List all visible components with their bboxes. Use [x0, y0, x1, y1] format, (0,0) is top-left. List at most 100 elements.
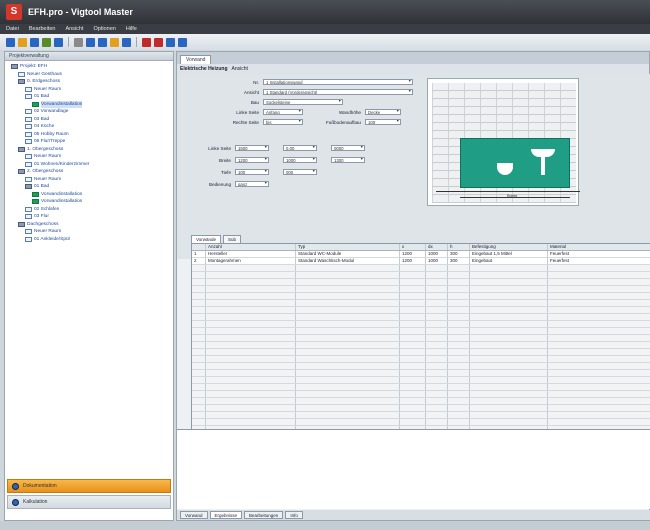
tree-item[interactable]: Neuer Gesthaus: [7, 71, 173, 79]
tree-item[interactable]: Neuer Raum: [7, 176, 173, 184]
dimension-input[interactable]: 000: [283, 169, 317, 175]
table-cell[interactable]: [426, 321, 448, 327]
table-cell[interactable]: [296, 314, 400, 320]
table-cell[interactable]: [206, 300, 296, 306]
tree-item[interactable]: 01 Wohnen/Kinderzimmer: [7, 161, 173, 169]
toolbar-button-icon[interactable]: [178, 37, 187, 47]
table-row[interactable]: [192, 363, 650, 370]
table-cell[interactable]: [548, 314, 650, 320]
table-cell[interactable]: [426, 363, 448, 369]
table-cell[interactable]: [192, 300, 206, 306]
table-cell[interactable]: [448, 398, 470, 404]
table-cell[interactable]: [192, 293, 206, 299]
grid-column-header[interactable]: x: [400, 244, 426, 250]
table-cell[interactable]: [548, 307, 650, 313]
table-cell[interactable]: [206, 328, 296, 334]
table-cell[interactable]: 300: [448, 251, 470, 257]
table-cell[interactable]: Feuerfest: [548, 251, 650, 257]
table-cell[interactable]: [400, 405, 426, 411]
table-cell[interactable]: [448, 419, 470, 425]
table-cell[interactable]: [192, 321, 206, 327]
calculation-button[interactable]: Kalkulation: [7, 495, 171, 509]
table-cell[interactable]: [400, 328, 426, 334]
table-cell[interactable]: [296, 335, 400, 341]
table-cell[interactable]: [448, 377, 470, 383]
table-cell[interactable]: [206, 307, 296, 313]
table-cell[interactable]: [470, 307, 548, 313]
table-cell[interactable]: [470, 342, 548, 348]
table-row[interactable]: [192, 405, 650, 412]
table-cell[interactable]: Feuerfest: [548, 258, 650, 264]
table-cell[interactable]: [448, 321, 470, 327]
table-cell[interactable]: [426, 286, 448, 292]
table-cell[interactable]: [192, 265, 206, 271]
table-cell[interactable]: [192, 279, 206, 285]
table-cell[interactable]: [400, 335, 426, 341]
table-row[interactable]: [192, 335, 650, 342]
table-cell[interactable]: [192, 405, 206, 411]
toolbar-button-icon[interactable]: [54, 37, 63, 47]
field-input[interactable]: Sockelsteine: [263, 99, 343, 105]
table-cell[interactable]: [400, 398, 426, 404]
table-cell[interactable]: [206, 356, 296, 362]
table-cell[interactable]: [400, 349, 426, 355]
table-cell[interactable]: [470, 335, 548, 341]
tree-item[interactable]: Vorwandinstallation: [7, 100, 173, 108]
dimension-input[interactable]: 1200: [235, 157, 269, 163]
tree-item[interactable]: 03 Flur: [7, 213, 173, 221]
table-cell[interactable]: [400, 419, 426, 425]
field-input[interactable]: 1 Standard (Vorderansicht): [263, 89, 413, 95]
table-cell[interactable]: [426, 391, 448, 397]
table-cell[interactable]: [470, 272, 548, 278]
table-cell[interactable]: [400, 377, 426, 383]
table-cell[interactable]: [296, 363, 400, 369]
tree-item[interactable]: 1. Obergeschoss: [7, 146, 173, 154]
table-cell[interactable]: [548, 384, 650, 390]
table-cell[interactable]: [400, 293, 426, 299]
tree-item[interactable]: 03 Bad: [7, 116, 173, 124]
table-cell[interactable]: 1: [192, 251, 206, 257]
toolbar-button-icon[interactable]: [6, 37, 15, 47]
table-cell[interactable]: [400, 300, 426, 306]
menu-item-2[interactable]: Ansicht: [65, 26, 83, 32]
table-cell[interactable]: [426, 335, 448, 341]
table-row[interactable]: [192, 356, 650, 363]
table-cell[interactable]: [400, 272, 426, 278]
table-cell[interactable]: [448, 279, 470, 285]
table-cell[interactable]: [192, 286, 206, 292]
documentation-button[interactable]: Dokumentation: [7, 479, 171, 493]
table-cell[interactable]: [296, 293, 400, 299]
table-cell[interactable]: [206, 293, 296, 299]
table-cell[interactable]: [448, 363, 470, 369]
table-row[interactable]: 1 Hersteller Standard WC-Module 1200 1000 300…: [192, 251, 650, 258]
dimension-input[interactable]: 0.00: [283, 145, 317, 151]
table-cell[interactable]: [426, 265, 448, 271]
table-row[interactable]: [192, 321, 650, 328]
toolbar-button-icon[interactable]: [42, 37, 51, 47]
table-cell[interactable]: [426, 412, 448, 418]
table-cell[interactable]: [470, 384, 548, 390]
table-cell[interactable]: [448, 391, 470, 397]
table-cell[interactable]: [192, 307, 206, 313]
bottom-tab[interactable]: Info: [285, 511, 303, 519]
table-cell[interactable]: [296, 349, 400, 355]
table-row[interactable]: 2 Montagerahmen Standard Waschtisch-Modul 1…: [192, 258, 650, 265]
table-cell[interactable]: [470, 279, 548, 285]
tree-item[interactable]: 01 Bad: [7, 93, 173, 101]
table-cell[interactable]: [206, 286, 296, 292]
table-cell[interactable]: [426, 377, 448, 383]
table-row[interactable]: [192, 328, 650, 335]
tree-item[interactable]: 06 Flur/Treppe: [7, 138, 173, 146]
table-cell[interactable]: [448, 307, 470, 313]
grid-column-header[interactable]: dx: [426, 244, 448, 250]
table-row[interactable]: [192, 286, 650, 293]
field-input[interactable]: 100: [365, 119, 401, 125]
table-cell[interactable]: [400, 321, 426, 327]
table-cell[interactable]: [296, 384, 400, 390]
table-cell[interactable]: Montagerahmen: [206, 258, 296, 264]
grid-column-header[interactable]: h: [448, 244, 470, 250]
table-cell[interactable]: [470, 377, 548, 383]
table-row[interactable]: [192, 279, 650, 286]
table-cell[interactable]: [192, 398, 206, 404]
table-cell[interactable]: [426, 405, 448, 411]
